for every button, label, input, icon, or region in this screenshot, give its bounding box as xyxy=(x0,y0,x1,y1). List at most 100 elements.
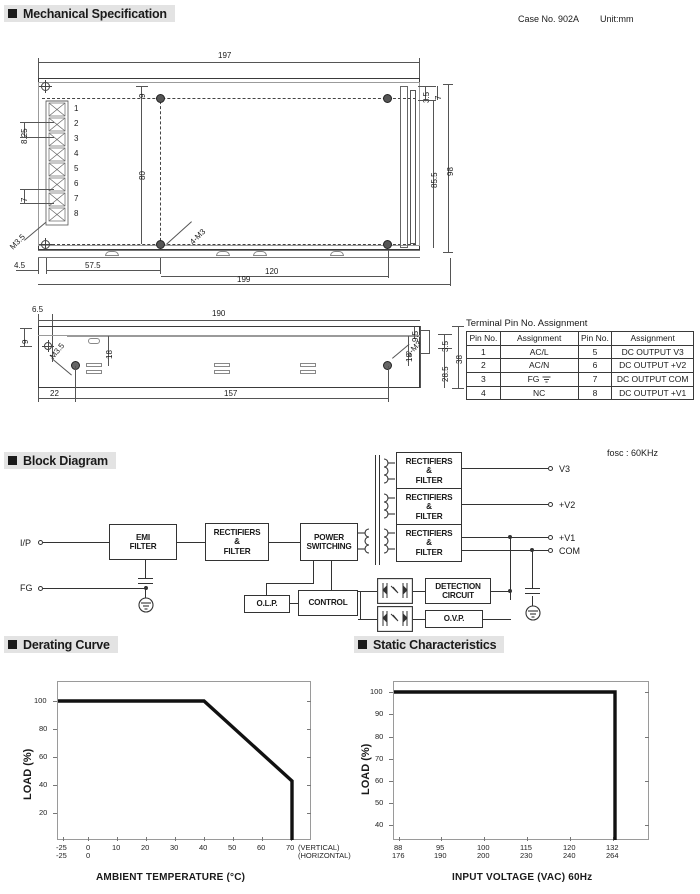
pin-table-header-row: Pin No. Assignment Pin No. Assignment xyxy=(466,331,694,346)
dim-ext-7-top xyxy=(20,189,54,190)
wire-rect-to-power xyxy=(269,542,300,544)
block-detection-circuit: DETECTION CIRCUIT xyxy=(425,578,491,604)
x-tick-label-horizontal: -25 xyxy=(56,851,67,860)
y-tick-label: 100 xyxy=(370,687,383,696)
dim-18b: 18 xyxy=(405,353,414,362)
static-curve-line xyxy=(394,690,617,840)
x-tick-label-horizontal: 0 xyxy=(86,851,91,860)
top-view-right-bar xyxy=(410,90,416,244)
assignment-cell: AC/N xyxy=(499,358,579,373)
pin-no-cell: 1 xyxy=(466,344,501,360)
wire-control-to-power xyxy=(331,561,333,590)
derating-curve-line xyxy=(58,699,294,840)
fosc-label: fosc : 60KHz xyxy=(607,448,659,458)
pin-no-cell: 5 xyxy=(577,344,613,360)
section-title-mechanical: Mechanical Specification xyxy=(23,6,167,21)
section-title-derating: Derating Curve xyxy=(23,637,110,652)
y-tick-label: 40 xyxy=(375,820,384,829)
wire-emi-to-rect xyxy=(177,542,205,544)
ground-icon xyxy=(138,597,154,613)
block-input-rectifier: RECTIFIERS & FILTER xyxy=(205,523,269,561)
dim-ext-98-bot xyxy=(443,252,453,253)
derating-y-axis-label: LOAD (%) xyxy=(22,748,34,800)
dim-28-5: 28.5 xyxy=(441,366,450,382)
mount-hole-bottom-center xyxy=(156,240,165,249)
dim-ext-22-l xyxy=(38,388,39,402)
x-tick-label-vertical: 60 xyxy=(257,843,266,852)
dim-85-5: 85.5 xyxy=(430,172,439,188)
pin-number: 1 xyxy=(74,104,79,113)
output-label-v1: +V1 xyxy=(559,533,576,543)
dim-line-157 xyxy=(76,398,388,399)
centerline-h-bottom xyxy=(42,244,416,245)
dim-ext-120-r xyxy=(388,250,389,278)
mount-hole-bottom-right xyxy=(383,240,392,249)
static-characteristics-plot xyxy=(394,690,617,840)
assignment-cell: DC OUTPUT +V2 xyxy=(611,358,694,373)
datasheet-page: Mechanical Specification Case No. 902A U… xyxy=(0,0,700,894)
pin-no-cell: 2 xyxy=(466,358,501,373)
block-rectifier-v3: RECTIFIERS & FILTER xyxy=(396,452,462,490)
dim-ext-38-b xyxy=(452,388,464,389)
block-olp-label: O.L.P. xyxy=(256,598,278,608)
section-header-mechanical: Mechanical Specification xyxy=(4,5,175,22)
dim-line-45 xyxy=(16,270,38,271)
wire-ovp-in xyxy=(483,619,511,621)
dim-57-5: 57.5 xyxy=(85,261,101,270)
dim-190: 190 xyxy=(212,309,226,318)
pin-table-header-cell: Assignment xyxy=(499,331,579,346)
side-terminal-flange xyxy=(420,330,430,354)
pin-number: 8 xyxy=(74,209,79,218)
pin-number: 2 xyxy=(74,119,79,128)
wire-power-to-olp-v xyxy=(313,561,315,583)
foot-slot-2 xyxy=(216,251,230,256)
dim-ext-575-l xyxy=(46,258,47,274)
label-m3-5-top: M3.5 xyxy=(8,232,27,252)
wire-control-opto-v xyxy=(360,591,362,619)
coil-v3-icon xyxy=(383,458,395,484)
block-rectifier-v1: RECTIFIERS & FILTER xyxy=(396,524,462,562)
wire-input-to-emi xyxy=(43,542,109,544)
x-tick-label-row2: 200 xyxy=(477,851,490,860)
pin-number: 6 xyxy=(74,179,79,188)
pin-number: 3 xyxy=(74,134,79,143)
cap-plate-bottom xyxy=(138,583,153,585)
pin-no-cell: 8 xyxy=(577,385,613,401)
dim-ext-45 xyxy=(38,258,39,274)
dim-ext-98-top xyxy=(443,84,453,85)
bullet-square-icon xyxy=(358,640,367,649)
top-view-bottom-edge-2 xyxy=(38,257,420,258)
dim-ext-9-side-b xyxy=(20,346,32,347)
section-header-derating: Derating Curve xyxy=(4,636,118,653)
pin-number: 5 xyxy=(74,164,79,173)
static-y-axis-label: LOAD (%) xyxy=(360,743,372,795)
static-x-axis-label: INPUT VOLTAGE (VAC) 60Hz xyxy=(452,872,593,883)
block-ovp-label: O.V.P. xyxy=(443,613,465,623)
section-header-block-diagram: Block Diagram xyxy=(4,452,116,469)
output-terminal-com xyxy=(548,548,553,553)
optocoupler-icon xyxy=(377,578,413,604)
ground-symbol-input xyxy=(136,597,156,618)
dim-98: 98 xyxy=(446,167,455,176)
vent-slot-1 xyxy=(86,363,102,367)
bullet-square-icon xyxy=(8,640,17,649)
coil-v1-icon xyxy=(383,528,395,554)
unit-label: Unit:mm xyxy=(600,14,634,24)
dim-ext-9-side-t xyxy=(20,328,32,329)
optocoupler-icon xyxy=(377,606,413,632)
wire-com-out xyxy=(462,550,548,552)
terminal-pin-table: Pin No. Assignment Pin No. Assignment 1 … xyxy=(466,331,694,401)
vent-slot-3 xyxy=(214,363,230,367)
dim-6-5: 6.5 xyxy=(32,305,44,314)
optocoupler-ovp xyxy=(377,606,413,637)
dim-7-right: 7 xyxy=(434,95,443,100)
mount-hole-top-right xyxy=(383,94,392,103)
table-row: 2 AC/N 6 DC OUTPUT +V2 xyxy=(466,358,694,373)
centerline-h-top xyxy=(42,98,416,99)
output-terminal-v3 xyxy=(548,466,553,471)
pin-number: 4 xyxy=(74,149,79,158)
assignment-cell: FG xyxy=(499,371,579,387)
vent-slot-top-1 xyxy=(88,338,100,344)
dim-line-190 xyxy=(38,320,420,321)
block-rectifier-v2-label: RECTIFIERS & FILTER xyxy=(405,493,453,521)
